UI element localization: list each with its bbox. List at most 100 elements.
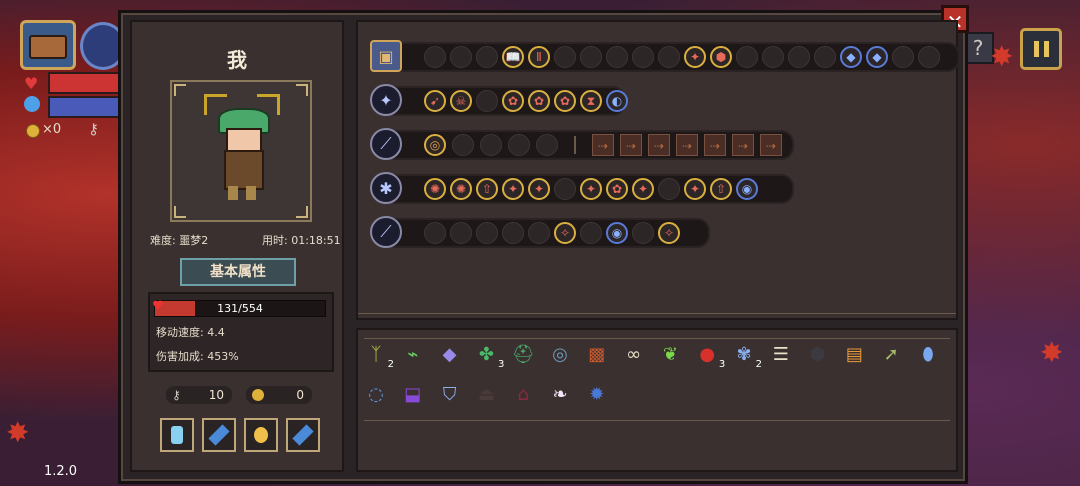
gem-slot[interactable]: ✦ [502, 178, 524, 200]
pause-button[interactable] [1020, 28, 1062, 70]
tab-basic-stats[interactable]: 基本属性 [180, 258, 296, 286]
gem-slot[interactable]: ✦ [580, 178, 602, 200]
chest-icon[interactable]: ▣ [370, 40, 402, 72]
wing-icon[interactable]: ❧ [548, 382, 572, 406]
gem-slot[interactable] [554, 46, 576, 68]
locked-slot[interactable]: ⇢ [648, 134, 670, 156]
gem-slot[interactable]: ✿ [502, 90, 524, 112]
cube-icon[interactable]: ▩ [585, 342, 609, 366]
gem-slot[interactable] [788, 46, 810, 68]
gem-slot[interactable]: ◉ [606, 222, 628, 244]
gear-icon[interactable]: ⬢ [806, 342, 830, 366]
ribcage-icon[interactable]: ☰ [769, 342, 793, 366]
syringe-icon[interactable]: ⌁ [401, 342, 425, 366]
gem-slot[interactable]: ✿ [606, 178, 628, 200]
gem-slot[interactable]: ✦ [528, 178, 550, 200]
locked-slot[interactable]: ⇢ [620, 134, 642, 156]
gem-slot[interactable] [554, 178, 576, 200]
gem-slot[interactable] [508, 134, 530, 156]
boot-icon[interactable]: ⬓ [401, 382, 425, 406]
gem-slot[interactable] [814, 46, 836, 68]
gem-slot[interactable] [476, 90, 498, 112]
potion-slot[interactable] [244, 418, 278, 452]
chest-icon[interactable] [20, 20, 76, 70]
gem-slot[interactable] [502, 222, 524, 244]
gem-slot[interactable] [450, 222, 472, 244]
gem-slot[interactable] [580, 222, 602, 244]
gem-slot[interactable]: ✦ [684, 46, 706, 68]
gem-slot[interactable] [632, 222, 654, 244]
gem-slot[interactable] [658, 46, 680, 68]
gem-slot[interactable]: ◆ [840, 46, 862, 68]
gem-slot[interactable] [580, 46, 602, 68]
locked-slot[interactable]: ⇢ [704, 134, 726, 156]
gem-slot[interactable]: ✺ [450, 178, 472, 200]
potion-slot[interactable] [160, 418, 194, 452]
mace-icon[interactable]: ✱ [370, 172, 402, 204]
crystal-icon[interactable]: ◆ [438, 342, 462, 366]
gem-slot[interactable] [536, 134, 558, 156]
gem-slot[interactable]: ◆ [866, 46, 888, 68]
cloak-icon[interactable]: ⏏ [474, 382, 498, 406]
locked-slot[interactable]: ⇢ [592, 134, 614, 156]
gem-slot[interactable] [658, 178, 680, 200]
gold-count: 0 [296, 388, 304, 402]
gem-slot[interactable] [476, 46, 498, 68]
staff-icon[interactable]: ✦ [370, 84, 402, 116]
orb-icon[interactable]: ✹ [585, 382, 609, 406]
pause-icon [1033, 41, 1039, 57]
gem-slot[interactable] [424, 222, 446, 244]
eye-icon[interactable]: ● 3 [695, 342, 725, 371]
gem-slot[interactable]: ✺ [424, 178, 446, 200]
locked-slot[interactable]: ⇢ [760, 134, 782, 156]
potion-slot[interactable] [286, 418, 320, 452]
gem-slot[interactable]: ⇧ [710, 178, 732, 200]
gem-slot[interactable] [450, 46, 472, 68]
gem-slot[interactable]: ⧗ [580, 90, 602, 112]
locked-slot[interactable]: ⇢ [732, 134, 754, 156]
cape-icon[interactable]: ⌂ [511, 382, 535, 406]
gem-slot[interactable]: ✦ [684, 178, 706, 200]
sword-icon[interactable]: ⟋ [370, 128, 402, 160]
gem-slot[interactable] [424, 46, 446, 68]
gem-slot[interactable] [632, 46, 654, 68]
gem-slot[interactable] [606, 46, 628, 68]
gem-slot[interactable] [918, 46, 940, 68]
antler-icon[interactable]: ᛉ2 [364, 342, 394, 371]
compass-icon[interactable]: ◎ [548, 342, 572, 366]
helmet-icon[interactable]: ⛑ [511, 342, 535, 366]
shield-icon[interactable]: ⛉ [438, 382, 462, 406]
gem-slot[interactable] [892, 46, 914, 68]
gem-slot[interactable]: ✿ [528, 90, 550, 112]
gem-slot[interactable]: ◎ [424, 134, 446, 156]
clover-icon[interactable]: ✤ 3 [474, 342, 505, 371]
gem-slot[interactable]: ✿ [554, 90, 576, 112]
locked-slot[interactable]: ⇢ [676, 134, 698, 156]
gem-slot[interactable]: ◐ [606, 90, 628, 112]
gem-slot[interactable]: ✧ [658, 222, 680, 244]
dagger-icon[interactable]: ⟋ [370, 216, 402, 248]
gem-slot[interactable] [476, 222, 498, 244]
arrow-icon[interactable]: ➚ [879, 342, 903, 366]
gem-slot[interactable]: Ⅱ [528, 46, 550, 68]
ring-icon[interactable]: ◌ [364, 382, 388, 406]
glasses-icon[interactable]: ∞ [622, 342, 646, 366]
gem-slot[interactable] [762, 46, 784, 68]
potion-slot[interactable] [202, 418, 236, 452]
gem-slot[interactable]: 📖 [502, 46, 524, 68]
gem-slot[interactable]: ☠ [450, 90, 472, 112]
gem-slot[interactable]: ➹ [424, 90, 446, 112]
gem-slot[interactable] [480, 134, 502, 156]
mirror-icon[interactable]: ⬮ [916, 342, 940, 366]
scroll-icon[interactable]: ▤ [842, 342, 866, 366]
gem-slot[interactable]: ⬢ [710, 46, 732, 68]
gem-slot[interactable]: ⇧ [476, 178, 498, 200]
gem-slot[interactable] [528, 222, 550, 244]
gem-slot[interactable] [452, 134, 474, 156]
gem-slot[interactable]: ✧ [554, 222, 576, 244]
leaf-icon[interactable]: ❦ [658, 342, 682, 366]
gem-slot[interactable]: ✦ [632, 178, 654, 200]
gem-slot[interactable] [736, 46, 758, 68]
gem-slot[interactable]: ◉ [736, 178, 758, 200]
lotus-icon[interactable]: ✾ 2 [732, 342, 762, 371]
